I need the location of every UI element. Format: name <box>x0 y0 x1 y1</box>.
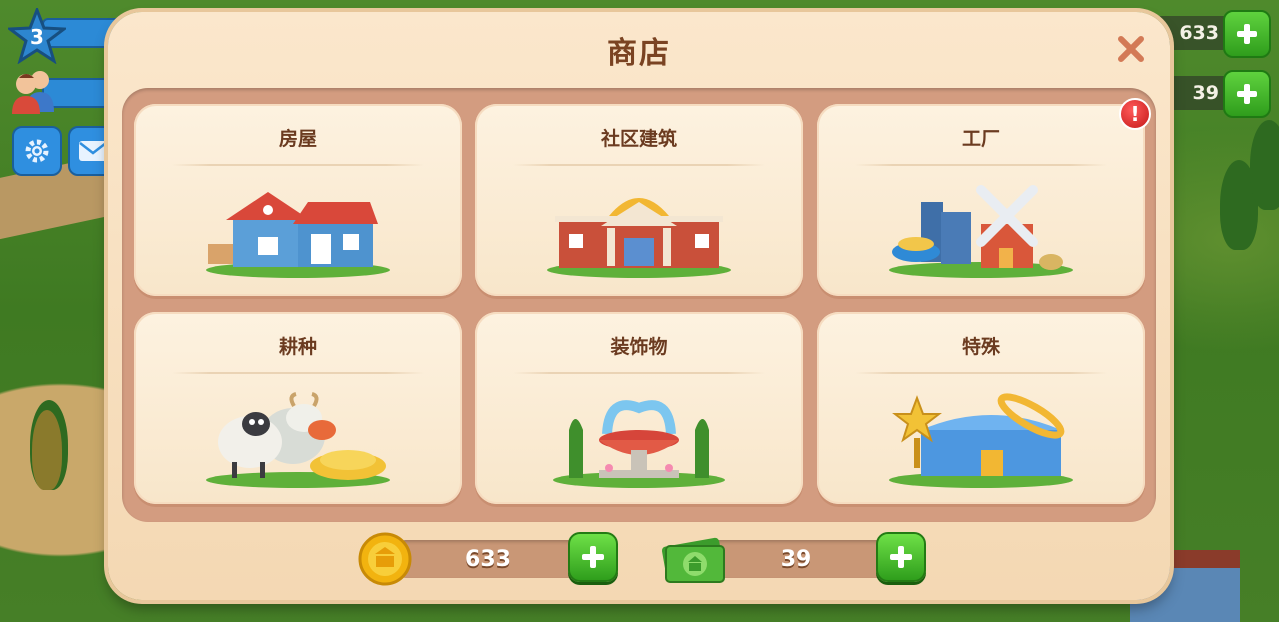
plus-icon <box>582 546 604 568</box>
divider <box>172 164 424 166</box>
shop-dialog: 商店 房屋 社区建筑 工厂 ! 耕种 装饰物 特殊 633 39 <box>108 12 1170 600</box>
gear-icon <box>25 139 49 163</box>
coin-balance: 633 <box>398 540 578 578</box>
category-card-houses[interactable]: 房屋 <box>134 104 462 296</box>
category-card-community[interactable]: 社区建筑 <box>475 104 803 296</box>
add-cash-button[interactable] <box>876 532 926 582</box>
alert-badge-icon: ! <box>1119 98 1151 130</box>
coin-balance-hud-value: 633 <box>1179 22 1219 44</box>
plus-icon <box>1237 24 1257 44</box>
population-icon <box>10 68 58 114</box>
add-coins-hud-button[interactable] <box>1223 10 1271 58</box>
category-label: 耕种 <box>278 336 317 358</box>
factory-windmill-icon <box>889 185 1073 278</box>
category-label: 房屋 <box>278 128 317 150</box>
house-icon <box>206 192 390 278</box>
add-cash-hud-button[interactable] <box>1223 70 1271 118</box>
category-panel: 房屋 社区建筑 工厂 ! 耕种 装饰物 特殊 <box>122 88 1156 522</box>
divider <box>172 372 424 374</box>
tree <box>1250 120 1279 210</box>
level-star-icon[interactable]: 3 <box>5 5 69 65</box>
category-card-farming[interactable]: 耕种 <box>134 312 462 504</box>
divider <box>855 372 1107 374</box>
coin-balance-value: 633 <box>465 546 511 572</box>
special-building-icon <box>889 393 1073 488</box>
category-label: 社区建筑 <box>600 128 677 150</box>
cash-bills-icon <box>661 537 725 583</box>
level-number: 3 <box>30 25 44 49</box>
category-label: 工厂 <box>961 128 1000 150</box>
category-label: 特殊 <box>961 336 1000 358</box>
cash-balance-value: 39 <box>780 546 812 572</box>
divider <box>513 372 765 374</box>
plus-icon <box>1237 84 1257 104</box>
cash-balance: 39 <box>706 540 886 578</box>
category-card-factories[interactable]: 工厂 ! <box>817 98 1151 296</box>
plus-icon <box>890 546 912 568</box>
coin-icon <box>358 532 412 586</box>
sheep-cow-icon <box>206 392 390 488</box>
close-icon <box>1118 36 1144 62</box>
dialog-title: 商店 <box>607 36 671 71</box>
cash-balance-hud-value: 39 <box>1192 82 1219 104</box>
divider <box>513 164 765 166</box>
settings-button[interactable] <box>12 126 62 176</box>
envelope-icon <box>79 141 107 161</box>
fountain-icon <box>553 400 725 488</box>
tree <box>32 410 62 490</box>
category-card-decorations[interactable]: 装饰物 <box>475 312 803 504</box>
add-coins-button[interactable] <box>568 532 618 582</box>
city-hall-icon <box>547 198 731 278</box>
category-card-special[interactable]: 特殊 <box>817 312 1145 504</box>
close-button[interactable] <box>1114 32 1148 66</box>
category-label: 装饰物 <box>610 336 668 358</box>
divider <box>855 164 1107 166</box>
